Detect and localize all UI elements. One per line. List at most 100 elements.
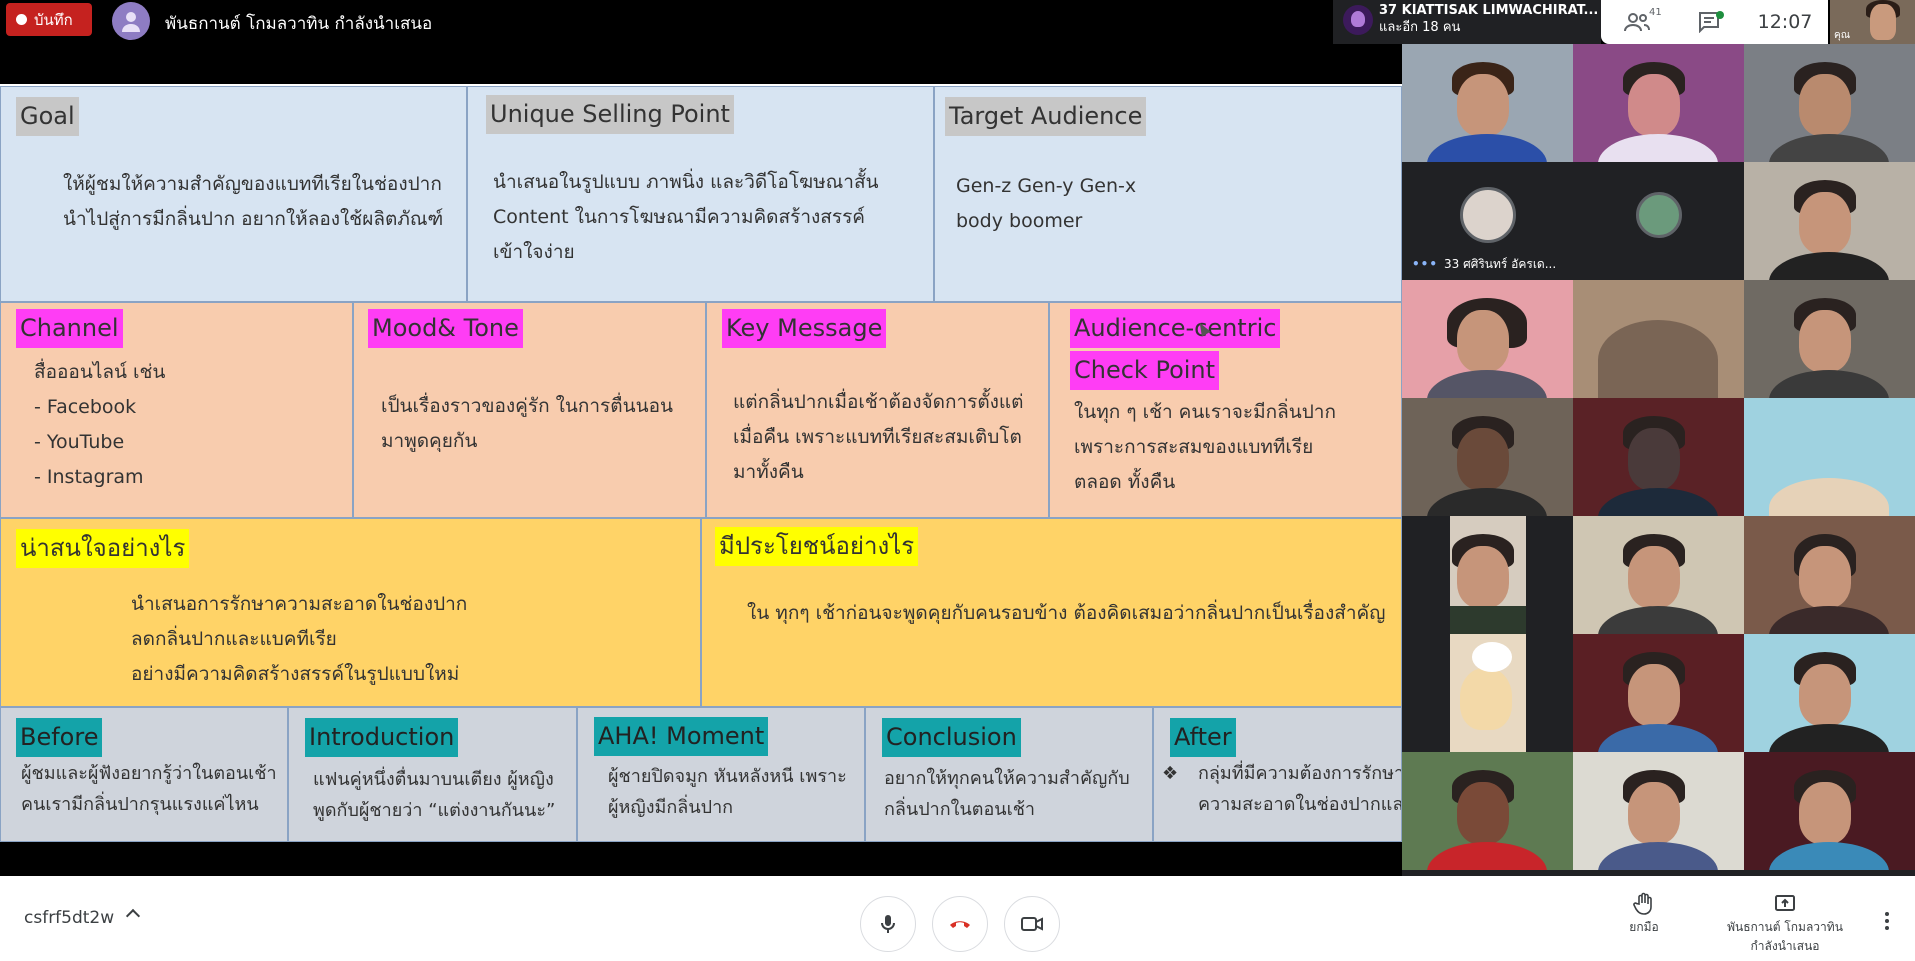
camera-icon: [1021, 917, 1043, 931]
interesting-cell: น่าสนใจอย่างไร นำเสนอการรักษาความสะอาดใน…: [0, 518, 701, 707]
participant-tile[interactable]: [1573, 44, 1744, 162]
speaker-avatar: [1343, 5, 1373, 35]
participant-grid: ••• 33 ศศิรินทร์ อัครเด...: [1402, 44, 1915, 876]
participant-tile[interactable]: [1744, 398, 1915, 516]
aha-text: ผู้ชายปิดจมูก หันหลังหนี เพราะ ผู้หญิงมี…: [608, 766, 847, 818]
microphone-button[interactable]: [860, 896, 916, 952]
raise-hand-icon: [1633, 892, 1652, 915]
presenting-label-name: พันธกานต์ โกมลวาทิน: [1727, 920, 1843, 934]
before-heading: Before: [16, 718, 103, 758]
channel-text: สื่อออนไลน์ เช่น - Facebook - YouTube - …: [34, 361, 166, 488]
mood-cell: Mood& Tone เป็นเรื่องราวของคู่รัก ในการต…: [353, 302, 706, 518]
participant-tile[interactable]: [1573, 398, 1744, 516]
presenting-label-status: กำลังนำเสนอ: [1750, 939, 1820, 953]
presenter-title: พันธกานต์ โกมลวาทิน กำลังนำเสนอ: [165, 14, 433, 34]
benefit-heading: มีประโยชน์อย่างไร: [715, 527, 919, 567]
before-text: ผู้ชมและผู้ฟังอยากรู้ว่าในตอนเช้า คนเราม…: [21, 763, 277, 815]
participant-tile[interactable]: [1744, 280, 1915, 398]
participant-tile[interactable]: [1573, 280, 1744, 398]
audience-centric-cell: Audience-centric Check Point ในทุก ๆ เช้…: [1049, 302, 1402, 518]
participant-tile[interactable]: [1402, 516, 1573, 634]
after-text: กลุ่มที่มีความต้องการรักษา ความสะอาดในช่…: [1198, 763, 1402, 815]
hang-up-icon: [950, 921, 970, 928]
goal-text: ให้ผู้ชมให้ความสำคัญของแบททีเรียในช่องปา…: [63, 173, 444, 230]
after-heading: After: [1170, 718, 1236, 758]
participant-tile-avatar[interactable]: [1573, 162, 1744, 280]
aha-cell: AHA! Moment ผู้ชายปิดจมูก หันหลังหนี เพร…: [577, 707, 865, 842]
raise-hand-button[interactable]: ยกมือ: [1620, 892, 1668, 937]
participant-tile[interactable]: [1744, 752, 1915, 870]
meeting-code: csfrf5dt2w: [24, 908, 115, 928]
people-icon: [1624, 13, 1650, 32]
participant-tile[interactable]: [1573, 634, 1744, 752]
target-heading: Target Audience: [945, 97, 1147, 137]
key-message-cell: Key Message แต่กลิ่นปากเมื่อเช้าต้องจัดก…: [706, 302, 1049, 518]
mood-text: เป็นเรื่องราวของคู่รัก ในการตื่นนอน มาพู…: [381, 395, 673, 452]
leave-call-button[interactable]: [932, 896, 988, 952]
participant-tile[interactable]: [1744, 44, 1915, 162]
conclusion-cell: Conclusion อยากให้ทุกคนให้ความสำคัญกับ ก…: [865, 707, 1153, 842]
meet-window: บันทึก พันธกานต์ โกมลวาทิน กำลังนำเสนอ 3…: [0, 0, 1915, 961]
participants-button[interactable]: 41: [1601, 0, 1673, 44]
more-options-icon[interactable]: [1885, 912, 1889, 930]
usp-heading: Unique Selling Point: [486, 95, 734, 135]
audience-centric-heading-2: Check Point: [1070, 351, 1220, 391]
presentation-slide: Goal ให้ผู้ชมให้ความสำคัญของแบททีเรียในช…: [0, 84, 1402, 842]
conclusion-heading: Conclusion: [882, 718, 1021, 758]
bunny-hat-icon: [1472, 642, 1512, 672]
interesting-heading: น่าสนใจอย่างไร: [16, 529, 190, 569]
introduction-text: แฟนคู่หนึ่งตื่นมาบนเตียง ผู้หญิง พูดกับผ…: [313, 769, 556, 821]
usp-cell: Unique Selling Point นำเสนอในรูปแบบ ภาพน…: [467, 86, 934, 302]
participant-tile[interactable]: [1573, 516, 1744, 634]
goal-cell: Goal ให้ผู้ชมให้ความสำคัญของแบททีเรียในช…: [0, 86, 467, 302]
participant-tile[interactable]: [1402, 752, 1573, 870]
target-text: Gen-z Gen-y Gen-x body boomer: [956, 175, 1137, 232]
participant-tile[interactable]: [1402, 44, 1573, 162]
audience-centric-heading-1: Audience-centric: [1070, 309, 1281, 349]
interesting-text: นำเสนอการรักษาความสะอาดในช่องปาก ลดกลิ่น…: [131, 593, 468, 685]
participant-avatar: [1460, 187, 1516, 243]
participant-tile[interactable]: [1402, 634, 1573, 752]
camera-button[interactable]: [1004, 896, 1060, 952]
person-icon: [122, 12, 140, 32]
self-video-tile[interactable]: คุณ: [1830, 0, 1915, 44]
participant-tile[interactable]: [1573, 752, 1744, 870]
clock: 12:07: [1757, 11, 1813, 33]
participant-tile[interactable]: [1402, 398, 1573, 516]
record-dot-icon: [16, 14, 27, 25]
channel-cell: Channel สื่อออนไลน์ เช่น - Facebook - Yo…: [0, 302, 353, 518]
microphone-icon: [881, 915, 895, 933]
speaker-name: 37 KIATTISAK LIMWACHIRAT...: [1379, 3, 1599, 18]
presenting-button[interactable]: พันธกานต์ โกมลวาทิน กำลังนำเสนอ: [1720, 892, 1850, 956]
present-screen-icon: [1775, 895, 1795, 911]
key-message-text: แต่กลิ่นปากเมื่อเช้าต้องจัดการตั้งแต่ เม…: [733, 391, 1024, 483]
conclusion-text: อยากให้ทุกคนให้ความสำคัญกับ กลิ่นปากในตอ…: [884, 768, 1130, 820]
audience-centric-text: ในทุก ๆ เช้า คนเราจะมีกลิ่นปาก เพราะการส…: [1074, 401, 1336, 493]
introduction-heading: Introduction: [305, 718, 459, 758]
benefit-text: ใน ทุกๆ เช้าก่อนจะพูดคุยกับคนรอบข้าง ต้อ…: [747, 602, 1386, 624]
participant-name: 33 ศศิรินทร์ อัครเด...: [1444, 257, 1557, 271]
participant-count: 41: [1649, 7, 1662, 18]
benefit-cell: มีประโยชน์อย่างไร ใน ทุกๆ เช้าก่อนจะพูดค…: [701, 518, 1402, 707]
participant-tile[interactable]: [1402, 280, 1573, 398]
chevron-up-icon[interactable]: [125, 908, 141, 924]
presenter-avatar: [112, 2, 150, 40]
introduction-cell: Introduction แฟนคู่หนึ่งตื่นมาบนเตียง ผู…: [288, 707, 577, 842]
self-label: คุณ: [1834, 30, 1850, 41]
participant-tile[interactable]: [1744, 516, 1915, 634]
participant-tile-avatar[interactable]: ••• 33 ศศิรินทร์ อัครเด...: [1402, 162, 1573, 280]
chat-button[interactable]: [1673, 0, 1745, 44]
pinned-speaker[interactable]: 37 KIATTISAK LIMWACHIRAT... และอีก 18 คน: [1333, 0, 1601, 44]
channel-heading: Channel: [16, 309, 123, 349]
recording-badge[interactable]: บันทึก: [6, 3, 92, 36]
after-bullet: ❖: [1162, 763, 1179, 784]
speaker-others: และอีก 18 คน: [1379, 20, 1461, 35]
participant-tile[interactable]: [1744, 634, 1915, 752]
more-icon: •••: [1412, 257, 1439, 271]
usp-text: นำเสนอในรูปแบบ ภาพนิ่ง และวิดีโอโฆษณาสั้…: [493, 171, 879, 263]
participant-tile[interactable]: [1744, 162, 1915, 280]
aha-heading: AHA! Moment: [594, 717, 769, 757]
top-controls: 41 12:07: [1601, 0, 1828, 44]
target-cell: Target Audience Gen-z Gen-y Gen-x body b…: [934, 86, 1402, 302]
goal-heading: Goal: [16, 97, 79, 137]
